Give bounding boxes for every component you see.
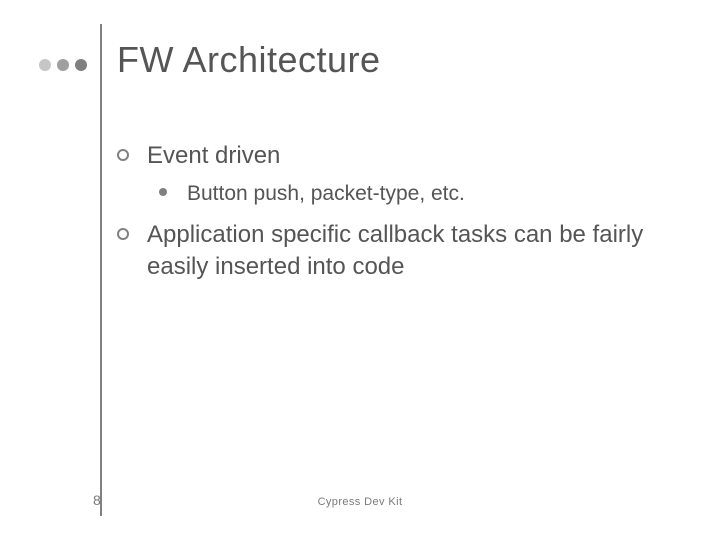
decor-dots bbox=[39, 59, 87, 71]
bullet-level1: Event driven bbox=[117, 140, 677, 172]
slide-title: FW Architecture bbox=[117, 39, 381, 81]
bullet-level1: Application specific callback tasks can … bbox=[117, 219, 677, 284]
bullet-text: Event driven bbox=[147, 140, 677, 172]
bullet-text: Application specific callback tasks can … bbox=[147, 219, 677, 284]
disc-bullet-icon bbox=[159, 180, 187, 196]
ring-bullet-icon bbox=[117, 140, 147, 161]
vertical-rule bbox=[100, 24, 102, 516]
dot-icon bbox=[57, 59, 69, 71]
slide: FW Architecture Event driven Button push… bbox=[0, 0, 720, 540]
bullet-text: Button push, packet-type, etc. bbox=[187, 180, 677, 208]
bullet-level2: Button push, packet-type, etc. bbox=[159, 180, 677, 208]
ring-bullet-icon bbox=[117, 219, 147, 240]
dot-icon bbox=[39, 59, 51, 71]
dot-icon bbox=[75, 59, 87, 71]
slide-body: Event driven Button push, packet-type, e… bbox=[117, 140, 677, 292]
slide-footer: Cypress Dev Kit bbox=[0, 496, 720, 508]
